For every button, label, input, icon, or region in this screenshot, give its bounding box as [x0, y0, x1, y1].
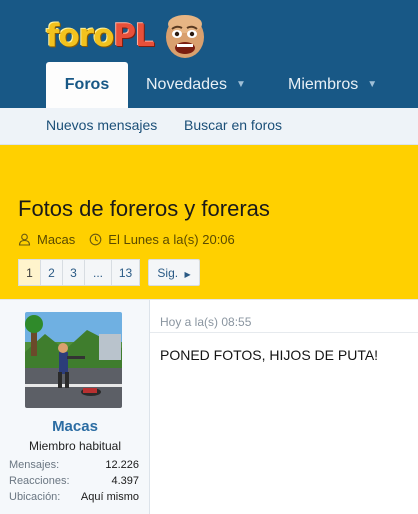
user-title: Miembro habitual — [28, 439, 122, 453]
post-user-cell: Macas Miembro habitual Mensajes: 12.226 … — [0, 300, 150, 514]
post: Macas Miembro habitual Mensajes: 12.226 … — [0, 299, 418, 514]
tab-label: Foros — [64, 76, 110, 93]
post-body: PONED FOTOS, HIJOS DE PUTA! — [160, 347, 379, 363]
post-date[interactable]: Hoy a la(s) 08:55 — [160, 315, 251, 329]
chevron-down-icon[interactable]: ▼ — [367, 62, 377, 108]
page-link-13[interactable]: 13 — [111, 259, 140, 286]
site-header: foro PL Foros Novedades ▼ Miembros ▼ — [0, 0, 418, 108]
stat-label: Mensajes: — [9, 459, 60, 471]
user-stat-messages: Mensajes: 12.226 — [9, 459, 139, 471]
tab-label: Miembros — [288, 76, 359, 93]
tab-label: Novedades — [146, 76, 227, 93]
user-stat-location: Ubicación: Aquí mismo — [9, 491, 139, 503]
page-jump-ellipsis[interactable]: ... — [84, 259, 112, 286]
clock-icon — [89, 233, 102, 246]
chevron-down-icon[interactable]: ▼ — [236, 62, 246, 108]
new-posts-link[interactable]: Nuevos mensajes — [46, 117, 157, 133]
stat-label: Reacciones: — [9, 475, 70, 487]
tab-novedades[interactable]: Novedades ▼ — [146, 62, 246, 108]
next-page-button[interactable]: Sig. ▶ — [148, 259, 200, 286]
chevron-right-icon: ▶ — [184, 270, 191, 279]
next-page-label: Sig. — [157, 266, 179, 280]
main-nav: Foros Novedades ▼ Miembros ▼ — [0, 62, 418, 108]
stat-value: 4.397 — [111, 475, 139, 487]
divider — [150, 332, 418, 333]
tab-miembros[interactable]: Miembros ▼ — [288, 62, 377, 108]
stat-value: 12.226 — [105, 459, 139, 471]
avatar-image — [25, 312, 122, 408]
thread-meta: Macas El Lunes a la(s) 20:06 — [18, 232, 235, 247]
post-username[interactable]: Macas — [0, 418, 150, 435]
page-link-1[interactable]: 1 — [18, 259, 41, 286]
thread-date[interactable]: El Lunes a la(s) 20:06 — [108, 232, 234, 247]
stat-value: Aquí mismo — [80, 491, 139, 503]
user-stat-reactions: Reacciones: 4.397 — [9, 475, 139, 487]
logo-text-foro: foro — [46, 17, 114, 54]
page-link-3[interactable]: 3 — [62, 259, 85, 286]
site-logo[interactable]: foro PL — [46, 14, 204, 58]
thread-header: Fotos de foreros y foreras Macas El Lune… — [0, 145, 418, 299]
sub-navigation: Nuevos mensajes Buscar en foros — [0, 108, 418, 145]
logo-mascot-face — [166, 15, 204, 58]
user-icon — [18, 233, 31, 246]
tab-foros[interactable]: Foros — [46, 62, 128, 108]
thread-title: Fotos de foreros y foreras — [18, 196, 270, 221]
thread-author[interactable]: Macas — [37, 232, 75, 247]
pagination: 1 2 3 ... 13 Sig. ▶ — [18, 259, 200, 286]
search-forums-link[interactable]: Buscar en foros — [184, 117, 282, 133]
stat-label: Ubicación: — [9, 491, 61, 503]
logo-text-pl: PL — [113, 17, 154, 54]
page-link-2[interactable]: 2 — [40, 259, 63, 286]
avatar[interactable] — [25, 312, 122, 408]
